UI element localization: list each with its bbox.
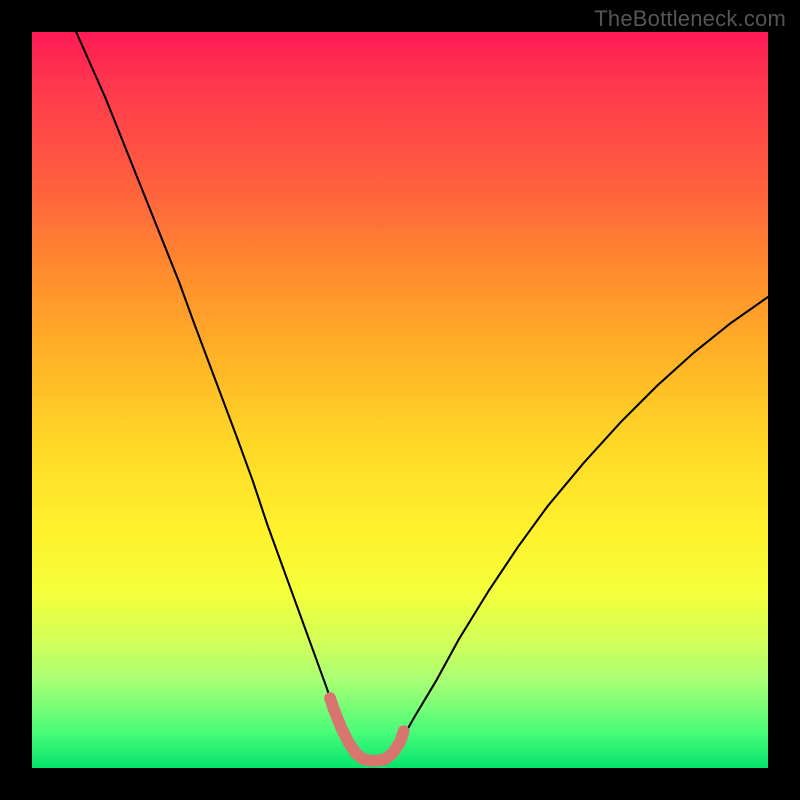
chart-frame: TheBottleneck.com	[0, 0, 800, 800]
optimal-range-highlight	[32, 32, 768, 768]
watermark-text: TheBottleneck.com	[594, 6, 786, 32]
chart-plot-area	[32, 32, 768, 768]
